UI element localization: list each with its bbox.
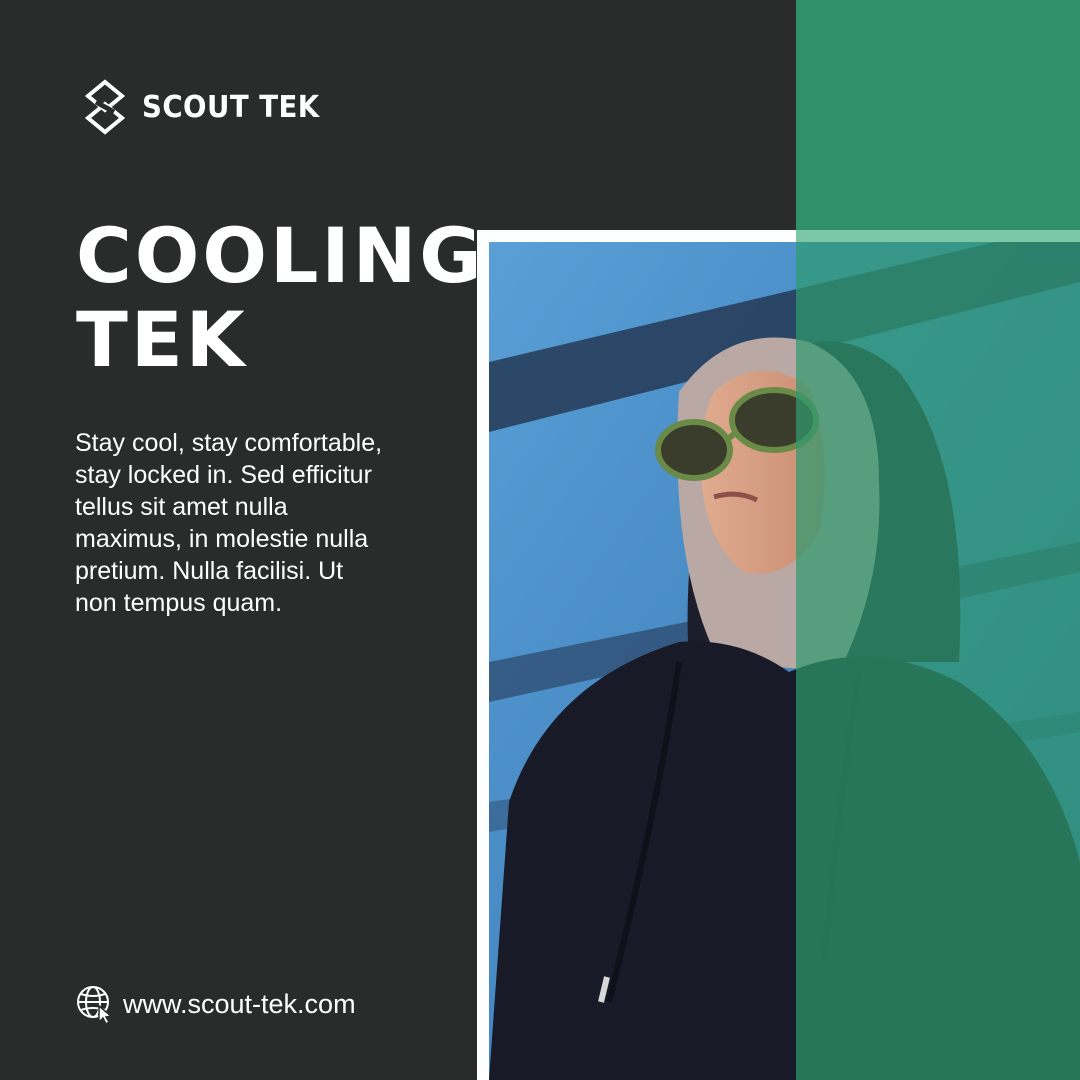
description-text: Stay cool, stay comfortable, stay locked…	[75, 429, 383, 617]
scout-tek-logo-icon	[84, 79, 126, 135]
brand-logo[interactable]: SCOUT TEK	[82, 78, 335, 136]
green-overlay-panel	[796, 0, 1080, 1080]
overlay-frame-edge	[796, 230, 1080, 242]
globe-cursor-icon	[77, 986, 113, 1024]
website-link[interactable]: www.scout-tek.com	[75, 984, 356, 1024]
brand-name: SCOUT TEK	[142, 89, 320, 125]
headline-line-2: TEK	[76, 295, 248, 384]
promo-canvas: SCOUT TEK COOLING TEK Stay cool, stay co…	[0, 0, 1080, 1080]
website-url: www.scout-tek.com	[123, 988, 356, 1019]
headline-line-1: COOLING	[76, 211, 485, 300]
page-title: COOLING TEK	[76, 214, 485, 382]
